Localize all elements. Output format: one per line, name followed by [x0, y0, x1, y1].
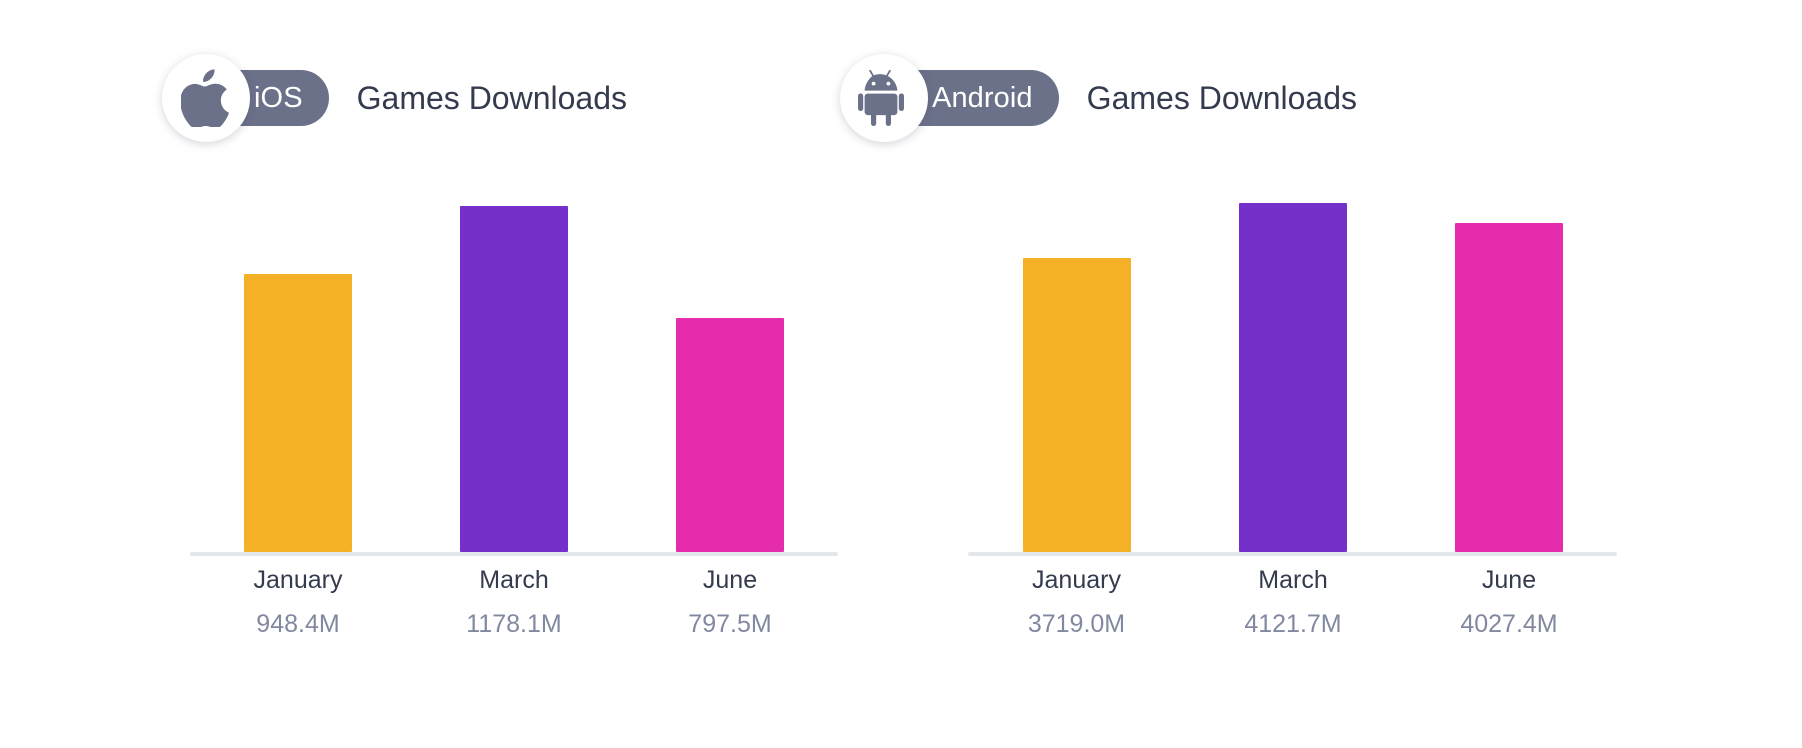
tick-label: June: [1481, 566, 1537, 594]
chart-android: January 3719.0M March 4121.7M June 4027.…: [968, 170, 1617, 637]
bar-march-android[interactable]: [1239, 203, 1347, 552]
android-robot-icon: [840, 54, 928, 142]
platform-pill-label-ios: iOS: [254, 81, 303, 114]
bar-june-ios[interactable]: [676, 318, 784, 552]
tick-value: 797.5M: [688, 610, 772, 638]
x-axis-line-ios: [190, 552, 838, 556]
panel-title-android: Games Downloads: [1086, 80, 1358, 116]
tick-january-android: January 3719.0M: [968, 568, 1185, 637]
panel-header-ios: iOS Games Downloads: [162, 52, 627, 144]
bar-slot: [622, 170, 838, 552]
tick-value: 3719.0M: [1027, 610, 1126, 638]
dashboard-root: iOS Games Downloads January 948.4M March…: [0, 0, 1802, 748]
apple-logo-icon: [162, 54, 250, 142]
bar-slot: [190, 170, 406, 552]
plot-area-ios: [190, 170, 838, 552]
tick-january-ios: January 948.4M: [190, 568, 406, 637]
tick-label: March: [1258, 566, 1328, 594]
platform-badge-ios[interactable]: iOS: [162, 52, 329, 144]
tick-march-ios: March 1178.1M: [406, 568, 622, 637]
panel-ios: iOS Games Downloads January 948.4M March…: [0, 0, 901, 748]
tick-june-android: June 4027.4M: [1401, 568, 1617, 637]
tick-march-android: March 4121.7M: [1185, 568, 1401, 637]
tick-value: 948.4M: [256, 610, 340, 638]
tick-label: March: [479, 566, 549, 594]
panel-android: Android Games Downloads January 3719.0M …: [840, 0, 1802, 748]
bar-january-ios[interactable]: [244, 274, 352, 552]
tick-label: January: [253, 566, 343, 594]
bar-january-android[interactable]: [1022, 258, 1131, 552]
x-axis-ticks-ios: January 948.4M March 1178.1M June 797.5M: [190, 568, 838, 678]
chart-ios: January 948.4M March 1178.1M June 797.5M: [190, 170, 838, 637]
bar-slot: [406, 170, 622, 552]
tick-label: June: [702, 566, 758, 594]
bar-slot: [1401, 170, 1617, 552]
bar-slot: [968, 170, 1185, 552]
tick-label: January: [1032, 566, 1121, 594]
plot-area-android: [968, 170, 1617, 552]
tick-value: 4027.4M: [1460, 610, 1558, 638]
panel-title-ios: Games Downloads: [356, 80, 627, 116]
tick-value: 1178.1M: [466, 610, 562, 638]
x-axis-line-android: [968, 552, 1617, 556]
platform-pill-label-android: Android: [932, 81, 1033, 114]
x-axis-ticks-android: January 3719.0M March 4121.7M June 4027.…: [968, 568, 1617, 678]
bar-march-ios[interactable]: [460, 206, 568, 552]
bar-june-android[interactable]: [1455, 223, 1563, 552]
bar-slot: [1185, 170, 1401, 552]
platform-badge-android[interactable]: Android: [840, 52, 1059, 144]
tick-value: 4121.7M: [1244, 610, 1342, 638]
tick-june-ios: June 797.5M: [622, 568, 838, 637]
panel-header-android: Android Games Downloads: [840, 52, 1357, 144]
